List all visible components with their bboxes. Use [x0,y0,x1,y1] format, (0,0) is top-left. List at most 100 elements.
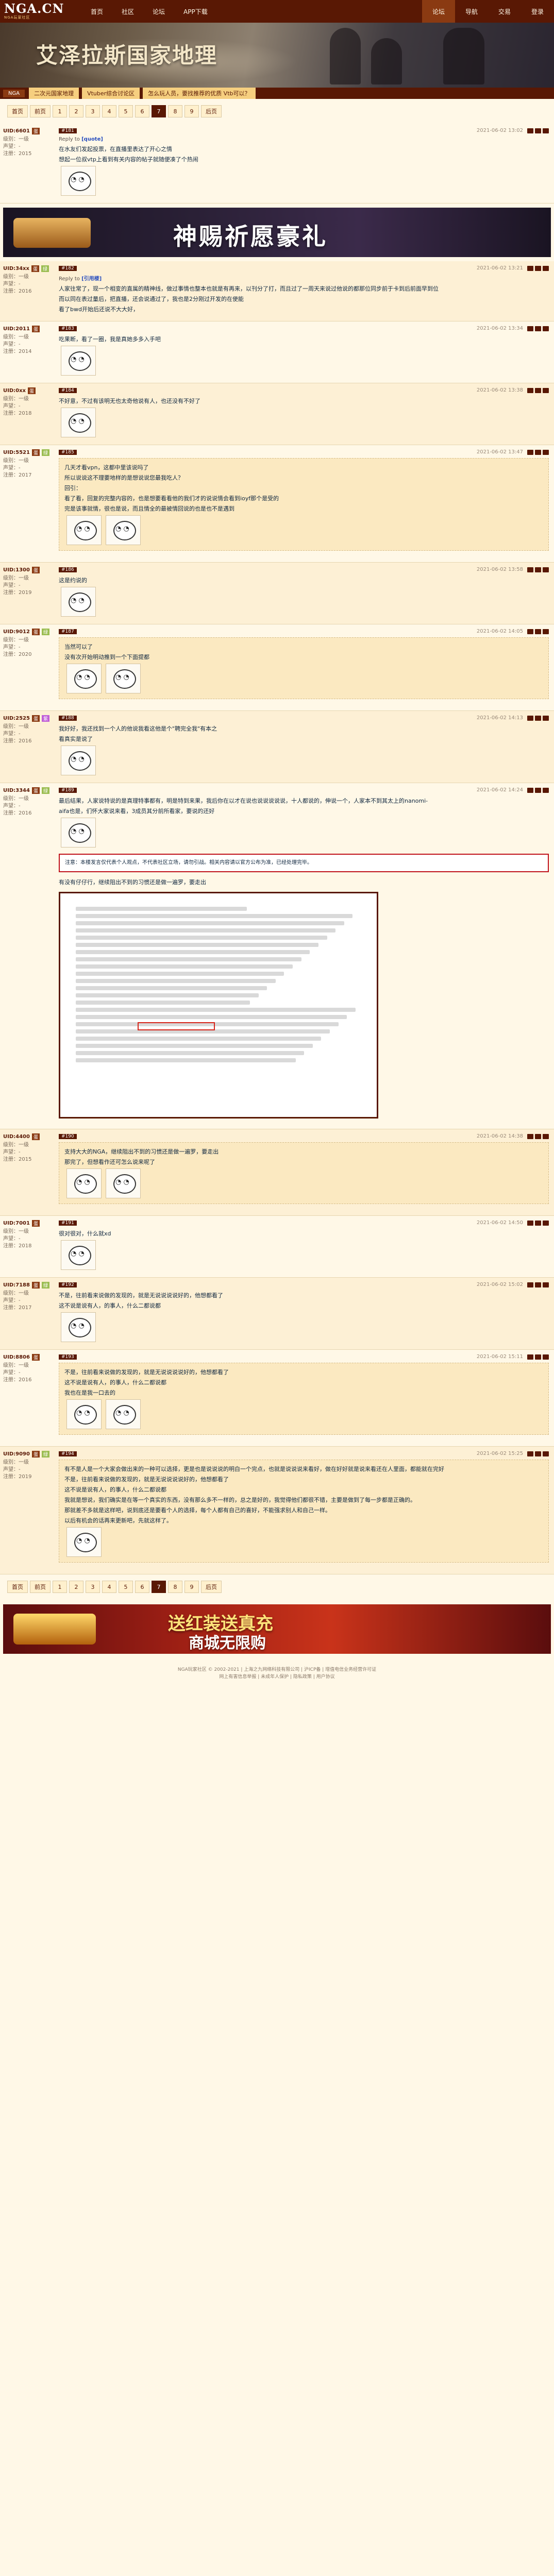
reply-icon[interactable] [527,265,533,271]
page-link[interactable]: 3 [86,1581,100,1593]
quote-icon[interactable] [535,265,541,271]
post-floor-number[interactable]: #190 [59,1133,77,1139]
more-icon[interactable] [543,387,549,393]
page-link[interactable]: 首页 [7,1581,28,1593]
reply-icon[interactable] [527,787,533,793]
page-link[interactable]: 后页 [201,1581,222,1593]
breadcrumb-item[interactable]: 二次元国家地理 [29,88,79,99]
breadcrumb-item[interactable]: Vtuber综合讨论区 [82,88,140,99]
author-uid-link[interactable]: UID:5521 [3,450,30,455]
post-floor-number[interactable]: #194 [59,1451,77,1456]
post-floor-number[interactable]: #189 [59,787,77,793]
post-floor-number[interactable]: #185 [59,449,77,455]
more-icon[interactable] [543,265,549,271]
nav-home[interactable]: 首页 [81,0,112,23]
quote-icon[interactable] [535,326,541,331]
nav-forum[interactable]: 论坛 [143,0,174,23]
quote-icon[interactable] [535,1282,541,1287]
author-uid-link[interactable]: UID:2525 [3,716,30,721]
page-link[interactable]: 1 [53,105,67,117]
quote-icon[interactable] [535,128,541,133]
more-icon[interactable] [543,1282,549,1287]
quote-icon[interactable] [535,1451,541,1456]
page-link[interactable]: 9 [184,105,199,117]
more-icon[interactable] [543,787,549,793]
quote-icon[interactable] [535,787,541,793]
page-link[interactable]: 4 [102,105,116,117]
reply-user-link[interactable]: [quote] [81,137,103,142]
nav-community[interactable]: 社区 [112,0,143,23]
nav-app-download[interactable]: APP下载 [174,0,217,23]
page-link[interactable]: 4 [102,1581,116,1593]
page-link[interactable]: 1 [53,1581,67,1593]
reply-icon[interactable] [527,1133,533,1139]
page-link[interactable]: 3 [86,105,100,117]
reply-icon[interactable] [527,387,533,393]
author-uid-link[interactable]: UID:0xx [3,388,26,394]
author-uid-link[interactable]: UID:8806 [3,1354,30,1360]
reply-icon[interactable] [527,128,533,133]
post-floor-number[interactable]: #186 [59,567,77,572]
page-link[interactable]: 6 [135,105,149,117]
post-floor-number[interactable]: #193 [59,1354,77,1360]
reply-icon[interactable] [527,1282,533,1287]
breadcrumb-tag[interactable]: NGA [3,89,25,97]
nav-right-forum[interactable]: 论坛 [422,0,455,23]
post-floor-number[interactable]: #187 [59,629,77,634]
more-icon[interactable] [543,326,549,331]
quote-icon[interactable] [535,1220,541,1226]
more-icon[interactable] [543,715,549,721]
quote-icon[interactable] [535,387,541,393]
page-link[interactable]: 后页 [201,105,222,117]
author-uid-link[interactable]: UID:3344 [3,788,30,793]
reply-icon[interactable] [527,715,533,721]
quote-icon[interactable] [535,629,541,634]
quote-icon[interactable] [535,1354,541,1360]
author-uid-link[interactable]: UID:7001 [3,1221,30,1226]
page-link[interactable]: 7 [152,105,166,117]
page-link[interactable]: 9 [184,1581,199,1593]
reply-user-link[interactable]: [引用楼] [81,276,102,282]
author-uid-link[interactable]: UID:9012 [3,629,30,635]
quote-icon[interactable] [535,567,541,572]
reply-icon[interactable] [527,449,533,455]
more-icon[interactable] [543,128,549,133]
page-link[interactable]: 5 [119,105,133,117]
post-floor-number[interactable]: #188 [59,715,77,721]
post-floor-number[interactable]: #184 [59,387,77,393]
site-logo[interactable]: NGA.CN NGA玩家社区 [0,0,77,23]
nav-right-guide[interactable]: 导航 [455,0,488,23]
reply-icon[interactable] [527,1354,533,1360]
page-link[interactable]: 6 [135,1581,149,1593]
breadcrumb-item[interactable]: 怎么玩人员，要找推荐的优质 Vtb可以？ [143,88,256,99]
more-icon[interactable] [543,1451,549,1456]
reply-icon[interactable] [527,629,533,634]
post-floor-number[interactable]: #181 [59,128,77,133]
post-floor-number[interactable]: #182 [59,265,77,271]
nav-right-login[interactable]: 登录 [521,0,554,23]
more-icon[interactable] [543,1220,549,1226]
author-uid-link[interactable]: UID:4400 [3,1134,30,1140]
page-link[interactable]: 7 [152,1581,166,1593]
inline-ad-banner[interactable]: 神赐祈愿豪礼 [3,208,551,257]
page-link[interactable]: 前页 [30,105,51,117]
more-icon[interactable] [543,449,549,455]
author-uid-link[interactable]: UID:2011 [3,326,30,332]
page-link[interactable]: 8 [168,1581,182,1593]
author-uid-link[interactable]: UID:34xx [3,266,29,272]
reply-icon[interactable] [527,1220,533,1226]
page-link[interactable]: 2 [69,105,83,117]
nav-right-trade[interactable]: 交易 [488,0,521,23]
reply-icon[interactable] [527,1451,533,1456]
post-floor-number[interactable]: #192 [59,1282,77,1287]
page-link[interactable]: 2 [69,1581,83,1593]
more-icon[interactable] [543,1354,549,1360]
more-icon[interactable] [543,629,549,634]
page-link[interactable]: 首页 [7,105,28,117]
post-floor-number[interactable]: #183 [59,326,77,331]
more-icon[interactable] [543,1133,549,1139]
embedded-screenshot[interactable] [59,892,378,1118]
quote-icon[interactable] [535,1133,541,1139]
author-uid-link[interactable]: UID:6601 [3,128,30,134]
author-uid-link[interactable]: UID:9090 [3,1451,30,1457]
